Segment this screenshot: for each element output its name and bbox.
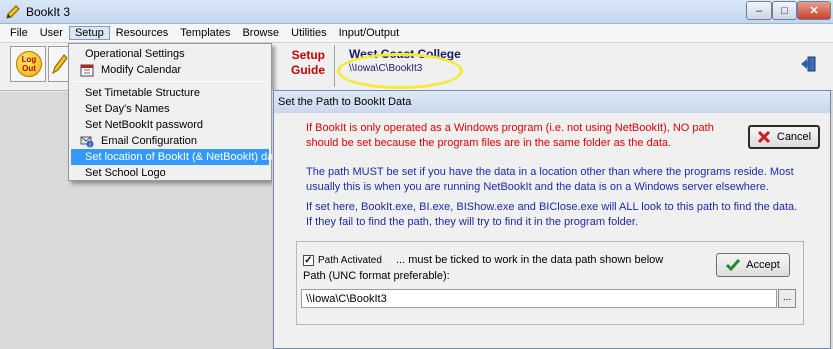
toolbar-divider [334,45,335,87]
setup-guide-button[interactable]: Setup Guide [283,48,325,78]
browse-button[interactable]: ... [778,289,796,308]
menu-input-output[interactable]: Input/Output [333,26,406,40]
menu-item-modify-calendar[interactable]: Modify Calendar [71,62,269,78]
menu-item-label: Email Configuration [101,135,197,147]
info-text-line1: The path MUST be set if you have the dat… [306,166,794,178]
menu-file[interactable]: File [4,26,34,40]
menu-browse[interactable]: Browse [236,26,285,40]
checkmark-icon [726,259,741,272]
menu-item-operational-settings[interactable]: Operational Settings [71,46,269,62]
close-button[interactable]: ✕ [797,1,831,20]
exit-icon[interactable] [800,55,818,73]
info2-text-line2: If they fail to find the path, they will… [306,216,639,228]
checkbox-note: ... must be ticked to work in the data p… [396,254,664,266]
setup-dropdown-menu: Operational Settings Modify Calendar Set… [68,43,283,181]
menu-utilities[interactable]: Utilities [285,26,332,40]
menu-item-label: Modify Calendar [101,64,182,76]
email-config-icon: i [80,136,94,148]
menu-item-set-data-location[interactable]: Set location of BookIt (& NetBookIt) dat… [71,149,283,165]
menu-separator [73,81,267,82]
path-input[interactable] [301,289,777,308]
setup-guide-line2: Guide [290,63,325,77]
menu-setup[interactable]: Setup [68,26,110,40]
menu-user[interactable]: User [34,26,69,40]
menu-item-set-school-logo[interactable]: Set School Logo [71,165,269,181]
maximize-button[interactable]: □ [772,1,797,20]
menu-item-set-timetable-structure[interactable]: Set Timetable Structure [71,85,269,101]
dialog-title: Set the Path to BookIt Data [274,91,830,113]
pencil-icon [52,54,68,75]
highlight-ellipse [337,53,463,89]
checkbox-label: Path Activated [318,255,382,266]
menu-item-set-days-names[interactable]: Set Day's Names [71,101,269,117]
calendar-icon [80,64,94,77]
menu-item-email-configuration[interactable]: i Email Configuration [71,133,269,149]
menu-templates[interactable]: Templates [174,26,236,40]
path-activated-checkbox[interactable]: ✓ [303,255,314,266]
window-title: BookIt 3 [26,5,71,19]
menu-resources[interactable]: Resources [110,26,175,40]
menu-bar: File User Setup Resources Templates Brow… [0,24,833,43]
cancel-label: Cancel [776,131,812,143]
accept-button[interactable]: Accept [716,253,790,277]
menu-item-set-netbookit-password[interactable]: Set NetBookIt password [71,117,269,133]
set-path-dialog: Set the Path to BookIt Data If BookIt is… [273,90,831,349]
logout-button[interactable]: Log Out [10,46,46,82]
info2-text-line1: If set here, BookIt.exe, BI.exe, BIShow.… [306,201,798,213]
info-text-line2: usually this is when you are running Net… [306,181,769,193]
setup-guide-line1: Setup [291,48,325,62]
path-label: Path (UNC format preferable): [303,270,450,282]
title-bar: BookIt 3 – □ ✕ [0,0,833,24]
app-pencil-icon [6,5,20,19]
cancel-x-icon [757,130,770,144]
cancel-button[interactable]: Cancel [748,125,820,149]
minimize-button[interactable]: – [746,1,772,20]
accept-label: Accept [746,259,780,271]
logout-icon: Log Out [16,51,42,77]
warning-text-line2: should be set because the program files … [306,137,672,149]
edit-button[interactable] [48,46,68,82]
warning-text-line1: If BookIt is only operated as a Windows … [306,122,714,134]
